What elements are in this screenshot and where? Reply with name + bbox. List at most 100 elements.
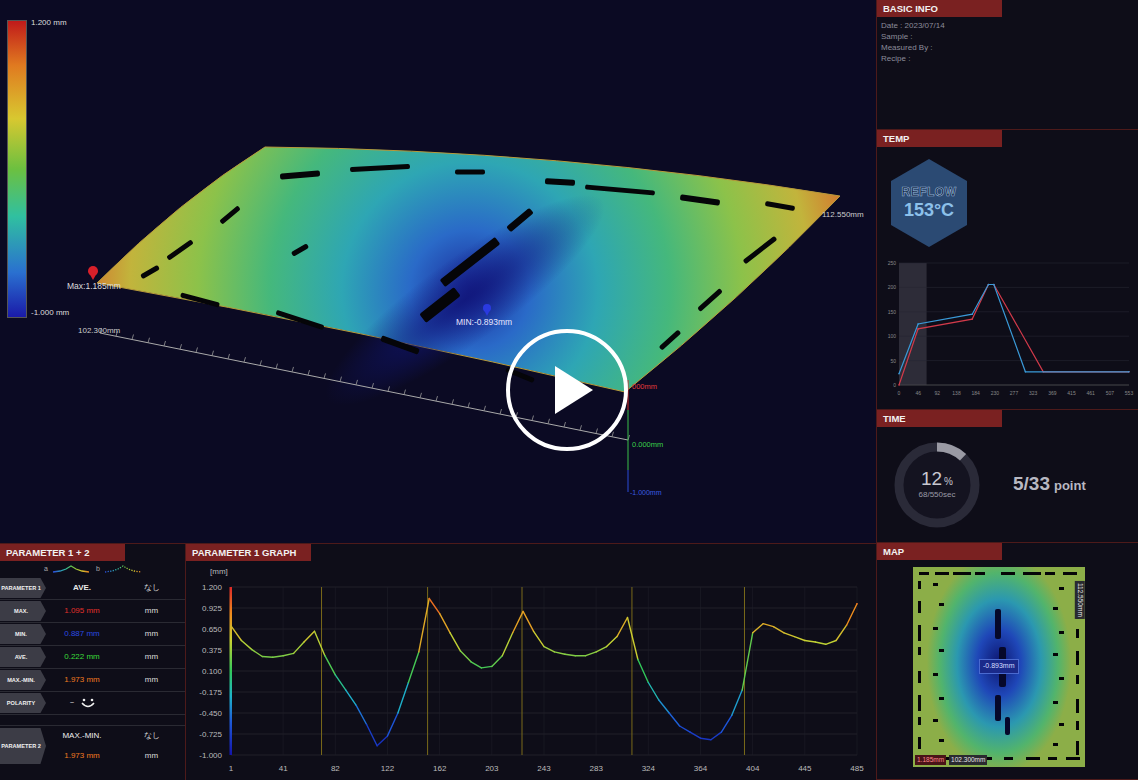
y-length-label: 112.550mm <box>822 210 864 219</box>
parameter-unit: mm <box>118 605 185 617</box>
play-button[interactable] <box>506 329 628 451</box>
profile-line <box>231 599 858 746</box>
parameter-label: PARAMETER 2 <box>0 728 46 764</box>
line-segment <box>690 732 700 738</box>
play-icon[interactable] <box>549 364 595 416</box>
elapsed-band <box>899 263 927 385</box>
y-tick: 0.375 <box>202 646 223 655</box>
y-tick: 50 <box>890 358 896 364</box>
x-tick: 92 <box>935 390 941 396</box>
line-segment <box>628 618 638 660</box>
point-count: 5/33 <box>1013 473 1050 494</box>
value-text: 1.095 mm <box>64 605 100 617</box>
parameter-value: AVE. <box>46 582 118 594</box>
surface-plot[interactable]: 102.300mm112.550mmMax:1.185mmMIN:-0.893m… <box>0 0 876 543</box>
z-zero-label: 0.000mm <box>632 440 663 449</box>
line-segment <box>513 611 523 632</box>
x-tick: 415 <box>1067 390 1076 396</box>
info-line: Sample : <box>881 31 1134 42</box>
x-tick: 445 <box>798 764 812 773</box>
legend-item: b <box>96 564 142 575</box>
info-line: Date : 2023/07/14 <box>881 20 1134 31</box>
line-segment <box>805 641 816 643</box>
map-max-label: 1.185mm <box>915 755 946 765</box>
temperature-point <box>1128 371 1130 373</box>
line-segment <box>648 683 659 701</box>
x-tick: 0 <box>898 390 901 396</box>
x-tick: 1 <box>229 764 234 773</box>
y-tick: 0.925 <box>202 604 223 613</box>
line-segment <box>753 624 763 633</box>
line-segment <box>335 675 346 690</box>
elapsed-time: 68/550sec <box>919 489 956 501</box>
unit-label: [mm] <box>210 567 228 576</box>
map-corner-labels: 1.185mm102.300mm <box>915 755 987 765</box>
x-tick: 507 <box>1106 390 1115 396</box>
color-axis <box>230 587 233 755</box>
value-text: AVE. <box>73 582 91 594</box>
line-segment <box>565 654 575 656</box>
x-tick: 243 <box>537 764 551 773</box>
x-tick: 277 <box>1010 390 1019 396</box>
parameter-label: AVE. <box>0 647 46 667</box>
temperature-chart: 0501001502002500469213818423027732336941… <box>877 253 1135 403</box>
line-segment <box>241 641 252 650</box>
line-segment <box>596 647 606 652</box>
max-pin-icon <box>88 266 98 280</box>
legend-item: a <box>44 564 90 575</box>
info-list: Date : 2023/07/14Sample :Measured By :Re… <box>877 17 1138 67</box>
parameter-label: MAX.-MIN. <box>0 670 46 690</box>
legend-line-icon <box>104 564 142 574</box>
parameter-value: 0.222 mm <box>46 651 118 663</box>
line-segment <box>388 713 398 736</box>
smiley-icon <box>80 697 96 709</box>
line-segment <box>367 725 378 746</box>
line-segment <box>440 614 450 633</box>
line-segment <box>398 683 409 714</box>
line-segment <box>231 626 241 641</box>
point-label: point <box>1054 478 1086 493</box>
y-tick: 100 <box>888 333 897 339</box>
y-tick: 200 <box>888 284 897 290</box>
line-segment <box>732 690 742 715</box>
map-image[interactable]: -0.893mm1.185mm102.300mm112.550mm <box>913 567 1085 767</box>
z-axis <box>628 380 629 492</box>
progress-ring: 12%68/550sec <box>891 439 983 531</box>
y-tick: -0.725 <box>199 730 222 739</box>
line-segment <box>607 637 617 647</box>
y-tick: 250 <box>888 260 897 266</box>
panel-title: TEMP <box>877 130 1002 147</box>
line-segment <box>252 650 262 657</box>
parameter-value: 0.887 mm <box>46 628 118 640</box>
x-tick: 162 <box>433 764 447 773</box>
line-segment <box>815 642 825 644</box>
line-segment <box>669 713 679 726</box>
line-segment <box>346 690 356 705</box>
map-width-label: 102.300mm <box>949 755 987 765</box>
profile-chart: [mm]1.2000.9250.6500.3750.100-0.175-0.45… <box>186 561 875 780</box>
line-segment <box>554 652 565 654</box>
y-tick: 1.200 <box>202 583 223 592</box>
line-segment <box>742 633 753 690</box>
x-tick: 184 <box>971 390 980 396</box>
map-panel: MAP-0.893mm1.185mm102.300mm112.550mm <box>877 543 1138 780</box>
map-height-label: 112.550mm <box>1075 581 1085 619</box>
parameter-row: MAX.1.095 mmmm <box>0 600 185 623</box>
line-segment <box>774 627 785 633</box>
parameter-unit: mm <box>118 628 185 640</box>
line-segment <box>701 738 711 740</box>
value-text: 1.973 mm <box>64 674 100 686</box>
percent-value: 12 <box>921 468 942 489</box>
line-segment <box>502 633 512 656</box>
3d-view[interactable]: 102.300mm112.550mmMax:1.185mmMIN:-0.893m… <box>0 0 876 543</box>
line-segment <box>784 633 794 637</box>
line-segment <box>680 726 691 732</box>
parameter-unit: mm <box>118 674 185 686</box>
line-segment <box>408 652 418 683</box>
progress-text: 12%68/550sec <box>891 439 983 531</box>
parameter-row: MIN.0.887 mmmm <box>0 623 185 646</box>
temperature-point <box>993 284 995 286</box>
point-counter: 5/33 point <box>1013 470 1086 499</box>
x-tick: 230 <box>991 390 1000 396</box>
basic-info-panel: BASIC INFODate : 2023/07/14Sample :Measu… <box>877 0 1138 130</box>
